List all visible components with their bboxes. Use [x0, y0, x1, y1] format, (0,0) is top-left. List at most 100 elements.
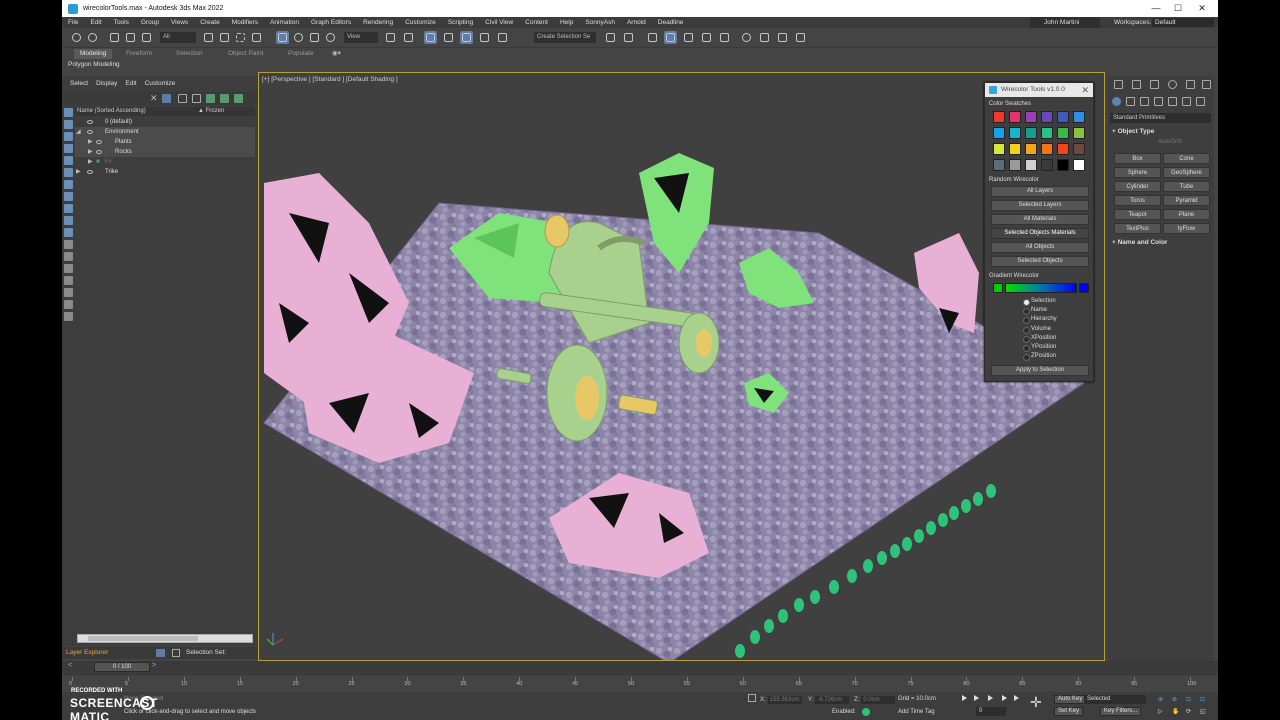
zoom-all-icon[interactable]: ⊕ [1172, 696, 1177, 703]
pivot-center-icon[interactable] [384, 31, 397, 44]
display-none-icon[interactable] [63, 264, 73, 273]
lights-icon[interactable] [1140, 97, 1149, 106]
menu-arnold[interactable]: Arnold [627, 19, 646, 26]
tree-row-default-layer[interactable]: 0 (default) [75, 117, 255, 127]
spacewarps-icon[interactable] [1182, 97, 1191, 106]
systems-icon[interactable] [1196, 97, 1205, 106]
visibility-eye-icon[interactable] [87, 170, 93, 174]
perspective-viewport[interactable]: [+] [Perspective ] [Standard ] [Default … [258, 72, 1105, 661]
zoom-extents-icon[interactable]: ⊡ [1186, 696, 1191, 703]
keyboard-shortcut-override-icon[interactable] [424, 31, 437, 44]
radio-name[interactable]: Name [1023, 306, 1093, 316]
add-time-tag-button[interactable]: Add Time Tag [898, 709, 935, 715]
color-swatch[interactable] [1009, 143, 1021, 155]
menu-create[interactable]: Create [200, 19, 220, 26]
select-rotate-icon[interactable] [292, 31, 305, 44]
key-mode-icon[interactable]: ✛ [1030, 694, 1042, 711]
selected-objects-materials-button[interactable]: Selected Objects Materials [991, 228, 1089, 239]
auto-key-button[interactable]: Auto Key [1054, 695, 1087, 704]
color-swatch[interactable] [993, 143, 1005, 155]
menu-content[interactable]: Content [525, 19, 548, 26]
color-swatch[interactable] [1073, 127, 1085, 139]
visibility-eye-icon[interactable] [96, 140, 102, 144]
time-slider-thumb[interactable]: 0 / 100 [94, 662, 150, 672]
color-swatch[interactable] [1073, 159, 1085, 171]
plane-button[interactable]: Plane [1163, 209, 1210, 220]
helpers-icon[interactable] [1168, 97, 1177, 106]
menu-file[interactable]: File [68, 19, 78, 26]
minimize-button[interactable]: — [1144, 0, 1168, 17]
color-swatch[interactable] [1041, 111, 1053, 123]
gradient-end-color[interactable] [1079, 283, 1089, 293]
zoom-extents-all-icon[interactable]: ⊡ [1200, 696, 1205, 703]
schematic-view-icon[interactable] [718, 31, 731, 44]
cameras-icon[interactable] [1154, 97, 1163, 106]
z-coordinate[interactable]: Z: 0.0cm [854, 696, 896, 704]
radio-zposition[interactable]: ZPosition [1023, 352, 1093, 362]
visibility-eye-icon[interactable] [96, 150, 102, 154]
layer-explorer-icon[interactable] [664, 31, 677, 44]
display-hidden-icon[interactable] [63, 240, 73, 249]
visibility-eye-icon[interactable] [87, 120, 93, 124]
display-all-icon[interactable] [63, 252, 73, 261]
place-icon[interactable] [324, 31, 337, 44]
time-prev-icon[interactable]: < [68, 662, 72, 669]
display-cameras-icon[interactable] [63, 144, 73, 153]
selection-set-icon[interactable] [172, 649, 180, 657]
x-coordinate[interactable]: X: 155.363cm [760, 696, 802, 704]
lock-icon[interactable] [192, 94, 201, 103]
menu-deadline[interactable]: Deadline [658, 19, 684, 26]
pyramid-button[interactable]: Pyramid [1163, 195, 1210, 206]
layer-icon[interactable] [206, 94, 215, 103]
visibility-eye-icon[interactable] [87, 130, 93, 134]
teapot-button[interactable]: Teapot [1114, 209, 1161, 220]
all-objects-button[interactable]: All Objects [991, 242, 1089, 253]
all-materials-button[interactable]: All Materials [991, 214, 1089, 225]
tree-row-trike[interactable]: ▶ Trike [75, 167, 255, 177]
tube-button[interactable]: Tube [1163, 181, 1210, 192]
color-swatch[interactable] [1009, 127, 1021, 139]
color-swatch[interactable] [1057, 159, 1069, 171]
wirecolor-tools-titlebar[interactable]: Wirecolor Tools v1.0.0 ✕ [985, 83, 1093, 97]
menu-sonnyash[interactable]: SonnyAsh [585, 19, 615, 26]
color-swatch[interactable] [1041, 159, 1053, 171]
autogrid-checkbox[interactable]: AutoGrid [1158, 139, 1182, 145]
redo-icon[interactable] [86, 31, 99, 44]
spinner-snap-icon[interactable] [496, 31, 509, 44]
selection-lock-icon[interactable] [748, 694, 756, 702]
expand-icon[interactable]: ▶ [76, 167, 81, 177]
selected-objects-button[interactable]: Selected Objects [991, 256, 1089, 267]
layer-hidden-icon[interactable]: ■ [96, 157, 100, 167]
color-swatch[interactable] [1057, 143, 1069, 155]
layer-add-icon[interactable] [178, 94, 187, 103]
column-name[interactable]: Name (Sorted Ascending) [77, 108, 146, 114]
display-children-icon[interactable] [63, 288, 73, 297]
pan-icon[interactable]: ✋ [1172, 708, 1179, 715]
explorer-menu-edit[interactable]: Edit [125, 78, 136, 90]
align-icon[interactable] [622, 31, 635, 44]
sphere-button[interactable]: Sphere [1114, 167, 1161, 178]
scene-explorer-toggle-icon[interactable] [646, 31, 659, 44]
lock-toggle-icon[interactable] [63, 312, 73, 321]
color-swatch[interactable] [1073, 143, 1085, 155]
color-swatch[interactable] [993, 159, 1005, 171]
filter-icon[interactable] [162, 94, 171, 103]
close-button[interactable]: ✕ [1190, 0, 1214, 17]
menu-edit[interactable]: Edit [90, 19, 101, 26]
display-shapes-icon[interactable] [63, 120, 73, 129]
key-filters-button[interactable]: Key Filters... [1100, 707, 1142, 716]
color-swatch[interactable] [1025, 127, 1037, 139]
maximize-button[interactable]: ☐ [1166, 0, 1190, 17]
tab-populate[interactable]: Populate [282, 49, 320, 59]
enabled-toggle-icon[interactable] [862, 708, 870, 716]
reference-coordinate-dropdown[interactable]: View [344, 32, 378, 43]
time-slider[interactable]: < 0 / 100 > [62, 661, 1218, 673]
color-swatch[interactable] [993, 127, 1005, 139]
display-bones-icon[interactable] [63, 204, 73, 213]
link-icon[interactable] [108, 31, 121, 44]
display-helpers-icon[interactable] [63, 156, 73, 165]
tree-row-fx[interactable]: ▶ ■ Fx [75, 157, 255, 167]
color-swatch[interactable] [1025, 159, 1037, 171]
color-swatch[interactable] [1057, 111, 1069, 123]
ribbon-options-icon[interactable]: ◉▾ [326, 49, 347, 59]
